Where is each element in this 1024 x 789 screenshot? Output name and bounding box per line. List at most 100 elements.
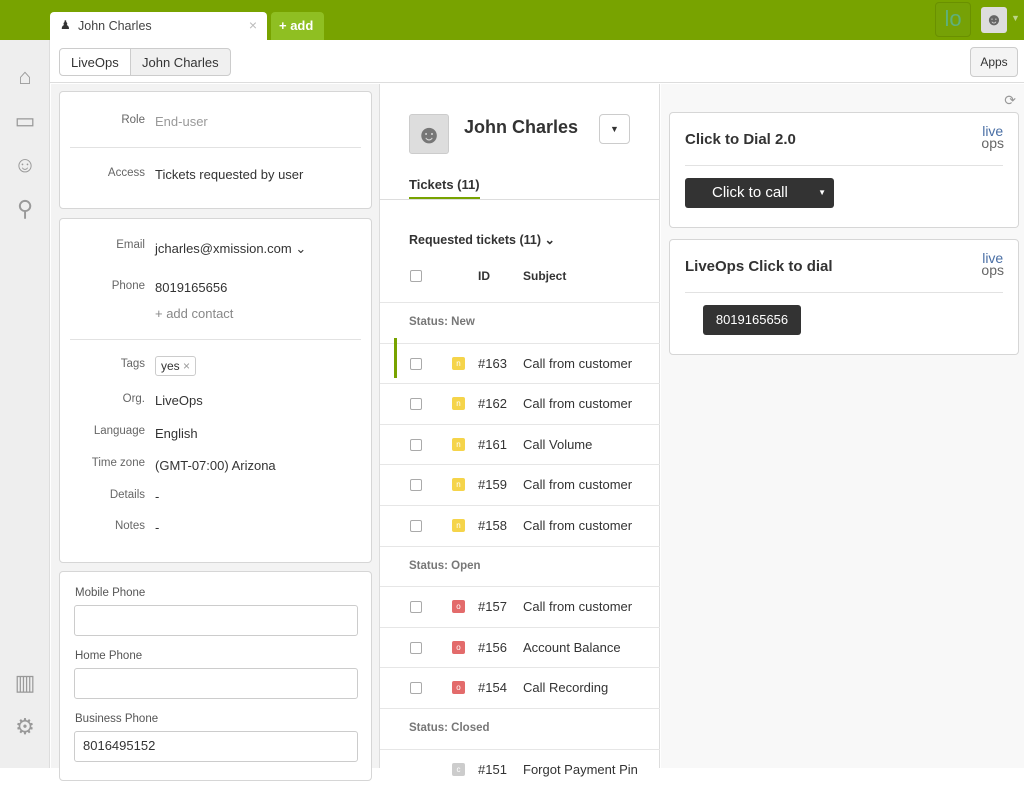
status-badge: n bbox=[452, 519, 465, 532]
business-phone-input[interactable]: 8016495152 bbox=[74, 731, 358, 762]
tab-label: John Charles bbox=[78, 19, 152, 33]
timezone-value[interactable]: (GMT-07:00) Arizona bbox=[155, 458, 276, 473]
ticket-subject[interactable]: Call Volume bbox=[523, 437, 592, 452]
click-to-call-button[interactable]: Click to call▼ bbox=[685, 178, 834, 208]
home-phone-input[interactable] bbox=[74, 668, 358, 699]
ticket-subject[interactable]: Account Balance bbox=[523, 640, 621, 655]
ticket-id[interactable]: #154 bbox=[478, 680, 507, 695]
status-group-header: Status: Closed bbox=[380, 708, 660, 748]
click-to-dial-app: Click to Dial 2.0 liveops Click to call▼ bbox=[669, 112, 1019, 228]
ticket-id[interactable]: #162 bbox=[478, 396, 507, 411]
add-contact-link[interactable]: + add contact bbox=[155, 306, 233, 321]
ticket-id[interactable]: #161 bbox=[478, 437, 507, 452]
ticket-row[interactable]: o #154 Call Recording bbox=[380, 667, 660, 707]
chevron-down-icon[interactable]: ▼ bbox=[1011, 13, 1020, 23]
tab-tickets[interactable]: Tickets (11) bbox=[409, 177, 480, 200]
ticket-id[interactable]: #159 bbox=[478, 477, 507, 492]
ticket-subject[interactable]: Call from customer bbox=[523, 396, 632, 411]
breadcrumb-user[interactable]: John Charles bbox=[130, 48, 231, 76]
col-id[interactable]: ID bbox=[478, 269, 490, 283]
select-all-checkbox[interactable] bbox=[410, 270, 422, 282]
search-icon[interactable]: ⚲ bbox=[8, 196, 42, 226]
requested-tickets-dropdown[interactable]: Requested tickets (11) ⌄ bbox=[409, 232, 555, 247]
ticket-subject[interactable]: Call Recording bbox=[523, 680, 608, 695]
breadcrumb-org[interactable]: LiveOps bbox=[59, 48, 131, 76]
ticket-row[interactable]: n#162Call from customer bbox=[380, 383, 660, 423]
apps-button[interactable]: Apps bbox=[970, 47, 1018, 77]
ticket-id[interactable]: #151 bbox=[478, 762, 507, 777]
ticket-checkbox[interactable] bbox=[410, 479, 422, 491]
refresh-icon[interactable]: ⟳ bbox=[1004, 92, 1016, 109]
notes-label: Notes bbox=[60, 520, 145, 532]
ticket-checkbox[interactable] bbox=[410, 398, 422, 410]
ticket-id[interactable]: #157 bbox=[478, 599, 507, 614]
status-badge: n bbox=[452, 357, 465, 370]
details-value[interactable]: - bbox=[155, 489, 159, 504]
ticket-subject[interactable]: Call from customer bbox=[523, 599, 632, 614]
ticket-checkbox[interactable] bbox=[410, 682, 422, 694]
ticket-row[interactable]: n #161 Call Volume bbox=[380, 424, 660, 464]
language-label: Language bbox=[60, 425, 145, 437]
left-nav: ⌂ ▭ ☺ ⚲ ▥ ⚙ bbox=[0, 40, 50, 768]
status-badge: n bbox=[452, 478, 465, 491]
status-label: Status: New bbox=[409, 316, 475, 328]
status-badge: n bbox=[452, 438, 465, 451]
profile-name: John Charles bbox=[464, 117, 578, 138]
status-group-header: Status: New bbox=[380, 302, 660, 342]
tab-john-charles[interactable]: ♟ John Charles × bbox=[50, 12, 267, 41]
customers-icon[interactable]: ☺ bbox=[8, 152, 42, 182]
phone-label: Phone bbox=[60, 280, 145, 292]
tag-chip[interactable]: yes × bbox=[155, 356, 196, 376]
ticket-subject[interactable]: Call from customer bbox=[523, 518, 632, 533]
status-group-header: Status: Open bbox=[380, 546, 660, 586]
views-icon[interactable]: ▭ bbox=[8, 108, 42, 138]
home-phone-label: Home Phone bbox=[75, 650, 142, 662]
user-sidebar: Role End-user Access Tickets requested b… bbox=[51, 84, 380, 768]
status-badge: o bbox=[452, 681, 465, 694]
home-icon[interactable]: ⌂ bbox=[8, 64, 42, 94]
dial-number-button[interactable]: 8019165656 bbox=[703, 305, 801, 335]
ticket-checkbox[interactable] bbox=[410, 520, 422, 532]
sub-bar: LiveOps John Charles bbox=[50, 40, 1024, 83]
close-tab-icon[interactable]: × bbox=[249, 17, 257, 33]
timezone-label: Time zone bbox=[60, 457, 145, 469]
email-value[interactable]: jcharles@xmission.com ⌄ bbox=[155, 241, 306, 257]
email-label: Email bbox=[60, 239, 145, 251]
ticket-subject[interactable]: Forgot Payment Pin bbox=[523, 762, 638, 777]
ticket-subject[interactable]: Call from customer bbox=[523, 356, 632, 371]
ticket-id[interactable]: #156 bbox=[478, 640, 507, 655]
gear-icon[interactable]: ⚙ bbox=[8, 714, 42, 744]
status-badge: o bbox=[452, 641, 465, 654]
ticket-checkbox[interactable] bbox=[410, 358, 422, 370]
ticket-row[interactable]: n #159 Call from customer bbox=[380, 464, 660, 504]
reporting-icon[interactable]: ▥ bbox=[8, 670, 42, 700]
ticket-checkbox[interactable] bbox=[410, 439, 422, 451]
status-badge: o bbox=[452, 600, 465, 613]
ticket-checkbox[interactable] bbox=[410, 601, 422, 613]
profile-actions-dropdown[interactable]: ▼ bbox=[599, 114, 630, 144]
ticket-subject[interactable]: Call from customer bbox=[523, 477, 632, 492]
ticket-row[interactable]: c#151Forgot Payment Pin bbox=[380, 749, 660, 789]
ticket-id[interactable]: #158 bbox=[478, 518, 507, 533]
user-avatar[interactable]: ☻ bbox=[981, 7, 1007, 33]
role-value[interactable]: End-user bbox=[155, 114, 208, 129]
ticket-row[interactable]: o #156 Account Balance bbox=[380, 627, 660, 667]
status-label: Status: Open bbox=[409, 560, 481, 572]
notes-value[interactable]: - bbox=[155, 520, 159, 535]
col-subject[interactable]: Subject bbox=[523, 269, 566, 283]
mobile-phone-input[interactable] bbox=[74, 605, 358, 636]
org-value[interactable]: LiveOps bbox=[155, 393, 203, 408]
access-value[interactable]: Tickets requested by user bbox=[155, 167, 303, 182]
ticket-row[interactable]: o #157 Call from customer bbox=[380, 586, 660, 626]
language-value[interactable]: English bbox=[155, 426, 198, 441]
ticket-id[interactable]: #163 bbox=[478, 356, 507, 371]
ticket-row[interactable]: n #163 Call from customer bbox=[380, 343, 660, 383]
phone-value[interactable]: 8019165656 bbox=[155, 280, 227, 295]
liveops-app-icon[interactable]: lo bbox=[935, 2, 971, 37]
ticket-checkbox[interactable] bbox=[410, 642, 422, 654]
ticket-row[interactable]: n #158 Call from customer bbox=[380, 505, 660, 545]
tags-label: Tags bbox=[60, 358, 145, 370]
add-tab-button[interactable]: + add bbox=[271, 12, 324, 40]
liveops-click-to-dial-app: LiveOps Click to dial liveops 8019165656 bbox=[669, 239, 1019, 355]
apps-panel: ⟳ Click to Dial 2.0 liveops Click to cal… bbox=[661, 84, 1024, 768]
